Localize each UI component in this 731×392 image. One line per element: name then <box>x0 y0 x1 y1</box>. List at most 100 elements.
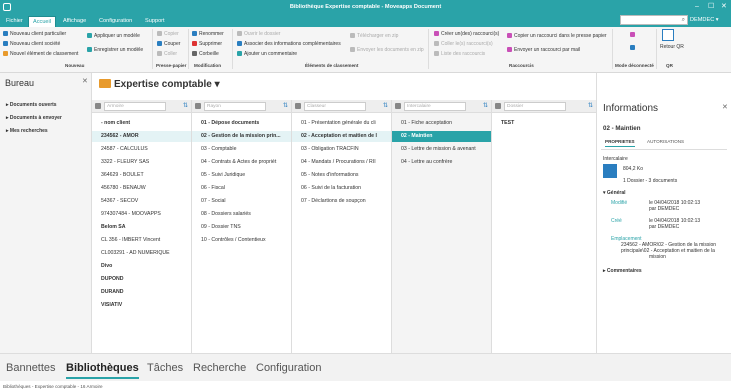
list-item[interactable]: TEST <box>492 118 596 129</box>
list-item[interactable]: CL003291 - AD NUMERIQUE <box>92 248 191 259</box>
intercalaire-filter-input[interactable]: Intercalaire <box>404 102 466 111</box>
sort-icon[interactable]: ⇅ <box>483 102 488 109</box>
list-item[interactable]: 24587 - CALCULUS <box>92 144 191 155</box>
offline-toggle-button[interactable] <box>630 32 637 38</box>
copy-button[interactable]: Copier <box>157 31 179 37</box>
tab-taches[interactable]: Tâches <box>147 362 183 374</box>
list-item[interactable]: 03 - Comptable <box>192 144 291 155</box>
list-item[interactable]: 456780 - BENAUW <box>92 183 191 194</box>
general-section[interactable]: ▾ Général <box>603 190 626 196</box>
list-item[interactable]: 01 - Présentation générale du cli <box>292 118 391 129</box>
list-item[interactable]: 05 - Suivi Juridique <box>192 170 291 181</box>
save-template-button[interactable]: Enregistrer un modèle <box>87 47 143 53</box>
rayon-filter-input[interactable]: Rayon <box>204 102 266 111</box>
list-item[interactable]: 02 - Gestion de la mission prin... <box>192 131 291 142</box>
user-menu[interactable]: DEMDEC ▾ <box>690 15 719 25</box>
library-title[interactable]: Expertise comptable ▾ <box>114 79 220 90</box>
create-shortcut-button[interactable]: Créer un(des) raccourci(s) <box>434 31 499 37</box>
mail-shortcut-button[interactable]: Envoyer un raccourci par mail <box>507 47 580 53</box>
tab-support[interactable]: Support <box>141 16 169 27</box>
list-item[interactable]: 01 - Fiche acceptation <box>392 118 491 129</box>
list-item[interactable]: 02 - Acceptation et maitien de l <box>292 131 391 142</box>
add-comment-button[interactable]: Ajouter un commentaire <box>237 51 297 57</box>
offline-sync-button[interactable] <box>630 45 637 51</box>
documents-a-envoyer-item[interactable]: ▸ Documents à envoyer <box>6 115 62 121</box>
associate-info-button[interactable]: Associer des informations complémentaire… <box>237 41 341 47</box>
list-item[interactable]: 09 - Dossier TNS <box>192 222 291 233</box>
minimize-button[interactable]: – <box>695 2 699 12</box>
list-item[interactable]: - nom client <box>92 118 191 129</box>
close-pane-icon[interactable]: ✕ <box>82 77 88 85</box>
list-item[interactable]: 05 - Notes d'informations <box>292 170 391 181</box>
close-button[interactable]: ✕ <box>721 2 727 12</box>
documents-ouverts-item[interactable]: ▸ Documents ouverts <box>6 102 57 108</box>
send-zip-button[interactable]: Envoyer les documents en zip <box>350 47 424 53</box>
list-item[interactable]: DURAND <box>92 287 191 298</box>
new-client-societe-button[interactable]: Nouveau client société <box>3 41 60 47</box>
classeur-filter-input[interactable]: Classeur <box>304 102 366 111</box>
close-icon[interactable]: ✕ <box>722 103 728 111</box>
tab-fichier[interactable]: Fichier <box>2 16 27 27</box>
trash-button[interactable]: Corbeille <box>192 51 219 57</box>
return-qr-button[interactable]: Retour QR <box>660 44 684 50</box>
dossier-filter-input[interactable]: Dossier <box>504 102 566 111</box>
maximize-button[interactable]: ☐ <box>708 2 714 12</box>
tab-accueil[interactable]: Accueil <box>28 16 57 27</box>
apply-template-button[interactable]: Appliquer un modèle <box>87 33 140 39</box>
list-item[interactable]: 974307484 - MOOVAPPS <box>92 209 191 220</box>
open-folder-button[interactable]: Ouvrir le dossier <box>237 31 280 37</box>
list-item[interactable]: Belom SA <box>92 222 191 233</box>
search-icon[interactable]: ⌕ <box>682 17 685 24</box>
armoire-filter-input[interactable]: Armoire <box>104 102 166 111</box>
delete-button[interactable]: Supprimer <box>192 41 222 47</box>
list-item[interactable]: CL 356 - IMBERT Vincent <box>92 235 191 246</box>
emplacement-line[interactable]: principale\02 - Acceptation et maitien d… <box>621 248 715 254</box>
list-item[interactable]: Divo <box>92 261 191 272</box>
tab-configuration-bottom[interactable]: Configuration <box>256 362 321 374</box>
download-icon <box>350 33 355 38</box>
list-item[interactable]: 08 - Dossiers salariés <box>192 209 291 220</box>
cut-button[interactable]: Couper <box>157 41 180 47</box>
list-item[interactable]: 06 - Fiscal <box>192 183 291 194</box>
tab-affichage[interactable]: Affichage <box>59 16 90 27</box>
tab-proprietes[interactable]: PROPRIETES <box>605 139 635 147</box>
tab-recherche[interactable]: Recherche <box>193 362 246 374</box>
list-item[interactable]: VISIATIV <box>92 300 191 311</box>
sort-icon[interactable]: ⇅ <box>183 102 188 109</box>
list-item[interactable]: 07 - Déclartions de soupçon <box>292 196 391 207</box>
shortcut-list-button[interactable]: Liste des raccourcis <box>434 51 485 57</box>
list-item[interactable]: 54367 - SECOV <box>92 196 191 207</box>
list-item[interactable]: 04 - Contrats & Actes de propriét <box>192 157 291 168</box>
list-item[interactable]: 04 - Lettre au confrère <box>392 157 491 168</box>
new-client-particulier-button[interactable]: Nouveau client particulier <box>3 31 66 37</box>
sort-icon[interactable]: ⇅ <box>383 102 388 109</box>
paste-button[interactable]: Coller <box>157 51 177 57</box>
sort-icon[interactable]: ⇅ <box>283 102 288 109</box>
list-item[interactable]: 01 - Dépose documents <box>192 118 291 129</box>
tab-configuration[interactable]: Configuration <box>95 16 136 27</box>
list-item[interactable]: 234562 - AMOR <box>92 131 191 142</box>
mes-recherches-item[interactable]: ▸ Mes recherches <box>6 128 48 134</box>
tab-autorisations[interactable]: AUTORISATIONS <box>647 139 684 146</box>
copy-shortcut-button[interactable]: Copier un raccourci dans le presse papie… <box>507 33 607 39</box>
list-item[interactable]: DUPOND <box>92 274 191 285</box>
search-input[interactable]: ⌕ <box>620 15 688 25</box>
list-item[interactable]: 3322 - FLEURY SAS <box>92 157 191 168</box>
commentaires-section[interactable]: ▸ Commentaires <box>603 268 642 274</box>
rename-button[interactable]: Renommer <box>192 31 224 37</box>
list-item[interactable]: 07 - Social <box>192 196 291 207</box>
list-item[interactable]: 364629 - BOULET <box>92 170 191 181</box>
tab-bibliotheques[interactable]: Bibliothèques <box>66 362 139 379</box>
list-item[interactable]: 03 - Obligation TRACFIN <box>292 144 391 155</box>
tab-bannettes[interactable]: Bannettes <box>6 362 56 374</box>
list-item[interactable]: 03 - Lettre de mission & avenant <box>392 144 491 155</box>
list-item[interactable]: 02 - Maintien <box>392 131 491 142</box>
list-item[interactable]: 06 - Suivi de la facturation <box>292 183 391 194</box>
emplacement-line[interactable]: mission <box>649 254 666 260</box>
list-item[interactable]: 04 - Mandats / Procurations / RII <box>292 157 391 168</box>
new-classement-button[interactable]: Nouvel élément de classement <box>3 51 78 57</box>
paste-shortcut-button[interactable]: Coller le(s) raccourci(s) <box>434 41 493 47</box>
sort-icon[interactable]: ⇅ <box>588 102 593 109</box>
list-item[interactable]: 10 - Contrôles / Contentieux <box>192 235 291 246</box>
download-zip-button[interactable]: Télécharger en zip <box>350 33 398 39</box>
